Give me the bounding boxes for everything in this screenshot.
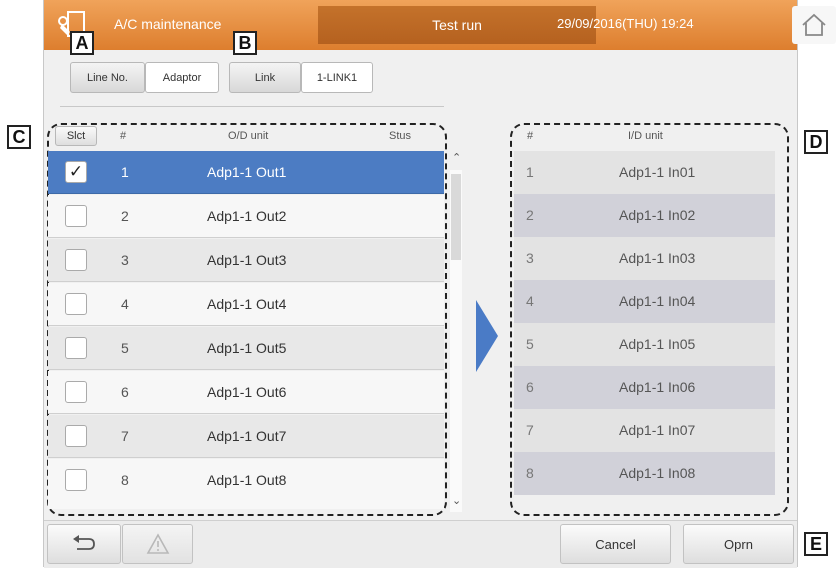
row-checkbox[interactable]: [65, 425, 87, 447]
row-number: 6: [526, 379, 534, 395]
home-icon: [802, 13, 826, 36]
row-number: 7: [121, 428, 129, 444]
row-checkbox[interactable]: ✓: [65, 161, 87, 183]
id-row: 2 Adp1-1 In02: [514, 194, 775, 237]
row-number: 4: [121, 296, 129, 312]
od-row[interactable]: 4 Adp1-1 Out4: [48, 283, 444, 326]
id-col-unit: I/D unit: [628, 130, 663, 142]
id-row: 8 Adp1-1 In08: [514, 452, 775, 495]
divider: [60, 106, 444, 107]
row-number: 1: [526, 164, 534, 180]
od-row[interactable]: ✓ 1 Adp1-1 Out1: [48, 151, 444, 194]
row-number: 3: [526, 250, 534, 266]
back-icon: [73, 535, 95, 550]
id-row: 1 Adp1-1 In01: [514, 151, 775, 194]
row-number: 5: [121, 340, 129, 356]
row-checkbox[interactable]: [65, 337, 87, 359]
id-row: 6 Adp1-1 In06: [514, 366, 775, 409]
row-number: 3: [121, 252, 129, 268]
callout-d: D: [804, 130, 828, 154]
scroll-down-icon[interactable]: ⌄: [452, 494, 461, 507]
row-number: 2: [526, 207, 534, 223]
link-button[interactable]: Link: [229, 62, 301, 93]
id-unit-name: Adp1-1 In07: [619, 422, 696, 438]
line-no-button[interactable]: Line No.: [70, 62, 145, 93]
od-unit-name: Adp1-1 Out6: [207, 384, 287, 400]
od-unit-name: Adp1-1 Out7: [207, 428, 287, 444]
od-row[interactable]: 7 Adp1-1 Out7: [48, 415, 444, 458]
link-value: 1-LINK1: [301, 62, 373, 93]
id-row: 5 Adp1-1 In05: [514, 323, 775, 366]
forward-arrow-icon: [476, 300, 498, 372]
row-checkbox[interactable]: [65, 249, 87, 271]
row-number: 6: [121, 384, 129, 400]
row-number: 5: [526, 336, 534, 352]
row-number: 1: [121, 164, 129, 180]
warning-icon: [146, 533, 169, 554]
operation-button[interactable]: Oprn: [683, 524, 794, 564]
row-checkbox[interactable]: [65, 293, 87, 315]
row-checkbox[interactable]: [65, 381, 87, 403]
id-unit-name: Adp1-1 In05: [619, 336, 696, 352]
id-unit-name: Adp1-1 In08: [619, 465, 696, 481]
callout-e: E: [804, 532, 828, 556]
scroll-up-icon[interactable]: ⌃: [452, 151, 461, 164]
row-number: 8: [121, 472, 129, 488]
row-number: 7: [526, 422, 534, 438]
callout-b: B: [233, 31, 257, 55]
mode-label: Test run: [318, 6, 596, 44]
id-unit-name: Adp1-1 In04: [619, 293, 696, 309]
od-row[interactable]: 8 Adp1-1 Out8: [48, 459, 444, 509]
od-unit-name: Adp1-1 Out4: [207, 296, 287, 312]
row-number: 2: [121, 208, 129, 224]
id-row: 7 Adp1-1 In07: [514, 409, 775, 452]
row-number: 8: [526, 465, 534, 481]
od-unit-name: Adp1-1 Out1: [207, 164, 287, 180]
od-unit-name: Adp1-1 Out2: [207, 208, 287, 224]
od-row[interactable]: 5 Adp1-1 Out5: [48, 327, 444, 370]
select-all-button[interactable]: Slct: [55, 126, 97, 146]
id-unit-name: Adp1-1 In03: [619, 250, 696, 266]
od-col-unit: O/D unit: [228, 130, 269, 142]
row-checkbox[interactable]: [65, 205, 87, 227]
od-scrollbar-thumb[interactable]: [451, 174, 461, 260]
id-col-number: #: [527, 130, 534, 142]
od-row[interactable]: 2 Adp1-1 Out2: [48, 195, 444, 238]
id-unit-name: Adp1-1 In01: [619, 164, 696, 180]
od-row[interactable]: 3 Adp1-1 Out3: [48, 239, 444, 282]
od-col-status: Stus: [389, 130, 412, 142]
title-bar: A/C maintenance Test run 29/09/2016(THU)…: [44, 0, 836, 50]
home-button[interactable]: [792, 6, 836, 44]
row-checkbox[interactable]: [65, 469, 87, 491]
adaptor-value: Adaptor: [145, 62, 219, 93]
od-col-number: #: [120, 130, 127, 142]
cancel-button[interactable]: Cancel: [560, 524, 671, 564]
row-number: 4: [526, 293, 534, 309]
warning-button[interactable]: [122, 524, 193, 564]
id-unit-name: Adp1-1 In02: [619, 207, 696, 223]
id-row: 4 Adp1-1 In04: [514, 280, 775, 323]
datetime-display: 29/09/2016(THU) 19:24: [557, 16, 694, 31]
callout-c: C: [7, 125, 31, 149]
back-button[interactable]: [47, 524, 121, 564]
od-unit-name: Adp1-1 Out8: [207, 472, 287, 488]
callout-a: A: [70, 31, 94, 55]
od-unit-name: Adp1-1 Out3: [207, 252, 287, 268]
od-unit-name: Adp1-1 Out5: [207, 340, 287, 356]
od-row[interactable]: 6 Adp1-1 Out6: [48, 371, 444, 414]
id-row: 3 Adp1-1 In03: [514, 237, 775, 280]
id-unit-name: Adp1-1 In06: [619, 379, 696, 395]
page-title: A/C maintenance: [114, 16, 222, 32]
